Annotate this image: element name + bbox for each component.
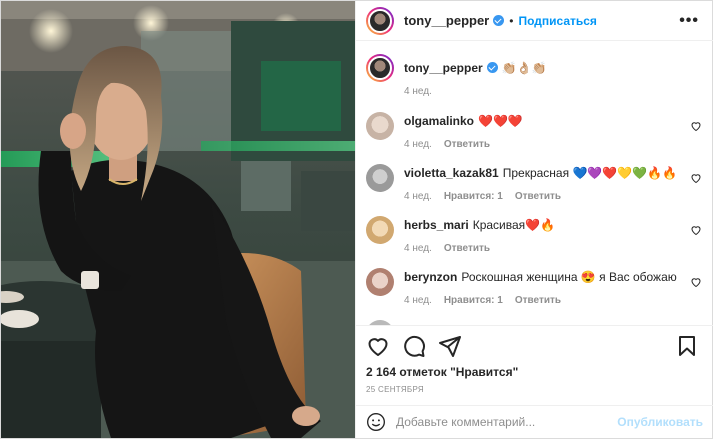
comment-input[interactable] [396, 415, 612, 429]
comment-item: berynzon Роскошная женщина 😍 я Вас обожаю… [366, 266, 706, 306]
comment-avatar[interactable] [366, 112, 394, 140]
comment-text: Прекрасная 💙💜❤️💛💚🔥🔥 [502, 166, 678, 180]
comment-text: Красивая❤️🔥 [472, 218, 556, 232]
heart-icon[interactable] [690, 172, 702, 184]
comment-likes[interactable]: Нравится: 1 [444, 191, 503, 202]
comment-item: olgamalinko ❤️❤️❤️ 4 нед. Ответить [366, 110, 706, 150]
reply-button[interactable]: Ответить [444, 243, 490, 254]
comment-username[interactable]: berynzon [404, 270, 457, 284]
comment-avatar[interactable] [366, 268, 394, 296]
comment-avatar[interactable] [366, 216, 394, 244]
likes-label: "Нравится" [450, 365, 519, 379]
share-icon[interactable] [438, 334, 462, 358]
comment-likes[interactable]: Нравится: 1 [444, 295, 503, 306]
comment-username[interactable]: herbs_mari [404, 218, 469, 232]
comment-item: herbs_mari Красивая❤️🔥 4 нед. Ответить [366, 214, 706, 254]
comments-list[interactable]: tony__pepper 👏🏼👌🏼👏🏼 4 нед. olgamalinko ❤️❤… [356, 42, 713, 325]
post-side-panel: tony__pepper • Подписаться ••• tony__pep… [355, 1, 713, 438]
more-options-icon[interactable]: ••• [679, 12, 699, 30]
caption-meta: 4 нед. [404, 86, 706, 97]
reply-button[interactable]: Ответить [515, 191, 561, 202]
comment-icon[interactable] [402, 334, 426, 358]
author-username[interactable]: tony__pepper [404, 13, 489, 28]
separator-dot: • [509, 13, 514, 28]
comment-item-partial [366, 318, 706, 325]
caption-username[interactable]: tony__pepper [404, 61, 483, 75]
comment-item: violetta_kazak81 Прекрасная 💙💜❤️💛💚🔥🔥 4 не… [366, 162, 706, 202]
post-photo[interactable] [1, 1, 355, 438]
comment-text: Роскошная женщина 😍 я Вас обожаю [461, 270, 677, 284]
verified-badge-icon [493, 15, 505, 26]
comment-time[interactable]: 4 нед. [404, 139, 432, 150]
reply-button[interactable]: Ответить [444, 139, 490, 150]
likes-count[interactable]: 2 164 отметок "Нравится" [366, 365, 518, 379]
instagram-post: tony__pepper • Подписаться ••• tony__pep… [0, 0, 713, 439]
emoji-icon[interactable] [366, 412, 386, 432]
heart-icon[interactable] [690, 224, 702, 236]
heart-icon[interactable] [690, 276, 702, 288]
add-comment-bar: Опубликовать [356, 405, 713, 438]
caption-text: 👏🏼👌🏼👏🏼 [501, 61, 547, 75]
heart-icon[interactable] [366, 334, 390, 358]
comment-avatar[interactable] [366, 164, 394, 192]
caption-time[interactable]: 4 нед. [404, 86, 432, 97]
action-bar [356, 325, 713, 365]
comment-time[interactable]: 4 нед. [404, 243, 432, 254]
bookmark-icon[interactable] [675, 334, 699, 358]
post-header: tony__pepper • Подписаться ••• [356, 1, 713, 41]
verified-badge-icon [486, 62, 498, 73]
comment-text: ❤️❤️❤️ [478, 114, 523, 128]
caption: tony__pepper 👏🏼👌🏼👏🏼 4 нед. [366, 54, 706, 97]
likes-number: 2 164 отметок [366, 365, 447, 379]
comment-time[interactable]: 4 нед. [404, 191, 432, 202]
comment-time[interactable]: 4 нед. [404, 295, 432, 306]
heart-icon[interactable] [690, 120, 702, 132]
publish-button[interactable]: Опубликовать [617, 415, 703, 429]
caption-avatar[interactable] [366, 54, 394, 82]
photo-illustration [1, 1, 355, 438]
comment-username[interactable]: olgamalinko [404, 114, 474, 128]
comment-username[interactable]: violetta_kazak81 [404, 166, 499, 180]
follow-button[interactable]: Подписаться [518, 14, 596, 28]
reply-button[interactable]: Ответить [515, 295, 561, 306]
post-date[interactable]: 25 сентября [366, 385, 424, 394]
author-avatar[interactable] [366, 6, 394, 35]
